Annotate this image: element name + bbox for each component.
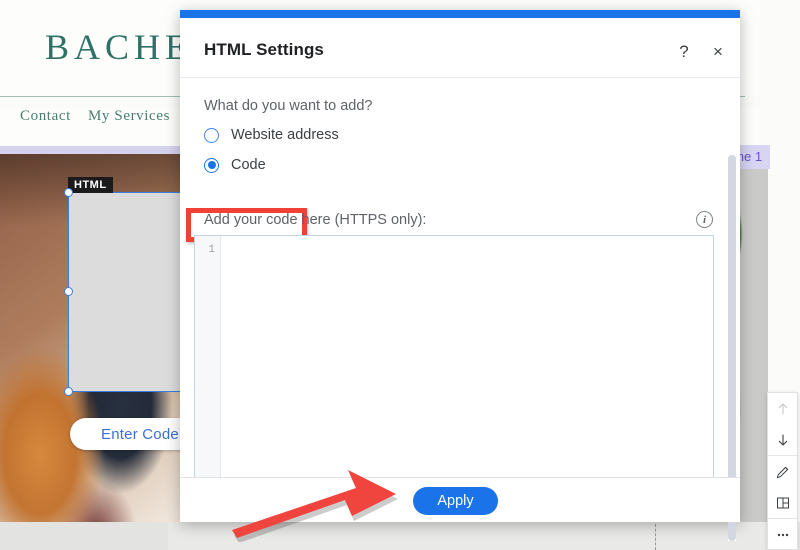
radio-label-code: Code [231, 157, 266, 173]
add-type-question: What do you want to add? [204, 98, 373, 114]
dialog-accent-bar [180, 10, 740, 18]
layout-button[interactable] [768, 487, 797, 518]
radio-label-website-address: Website address [231, 127, 339, 143]
resize-handle-top-left[interactable] [64, 188, 73, 197]
dialog-title: HTML Settings [204, 40, 324, 59]
help-button[interactable]: ? [672, 39, 696, 63]
html-widget-badge: HTML [68, 177, 113, 193]
edit-button[interactable] [768, 456, 797, 487]
move-down-button[interactable] [768, 424, 797, 455]
screen-root: BACHE : Contact My Services ome 1 HTML E… [0, 0, 800, 550]
code-editor[interactable]: 1 [194, 235, 714, 479]
html-widget-selected[interactable] [68, 192, 193, 392]
alignment-guide [655, 524, 656, 550]
radio-option-website-address[interactable]: Website address [204, 127, 339, 143]
info-icon[interactable]: i [696, 211, 713, 228]
code-field-label: Add your code here (HTTPS only): [204, 212, 427, 228]
pencil-icon [776, 466, 788, 478]
resize-handle-middle-left[interactable] [64, 287, 73, 296]
more-options-button[interactable] [768, 519, 797, 550]
radio-icon-website-address[interactable] [204, 127, 219, 143]
element-toolbar [767, 392, 798, 550]
radio-option-code[interactable]: Code [204, 157, 266, 173]
radio-icon-code[interactable] [204, 157, 219, 173]
more-horizontal-icon [777, 533, 788, 536]
move-up-button[interactable] [768, 393, 797, 424]
dialog-body: What do you want to add? Website address… [180, 79, 740, 541]
apply-button[interactable]: Apply [413, 487, 498, 515]
nav-item-my-services[interactable]: My Services [88, 108, 170, 125]
dialog-footer: Apply [180, 477, 740, 522]
editor-base-strip-left [0, 522, 168, 550]
site-logo: BACHE [45, 27, 193, 67]
dialog-titlebar: HTML Settings ? × [180, 18, 740, 78]
nav-item-contact[interactable]: Contact [20, 108, 71, 125]
arrow-down-icon [778, 433, 787, 446]
close-button[interactable]: × [706, 39, 730, 63]
html-settings-dialog: HTML Settings ? × What do you want to ad… [180, 10, 740, 541]
code-gutter: 1 [195, 236, 221, 478]
layout-icon [776, 497, 789, 508]
resize-handle-bottom-left[interactable] [64, 387, 73, 396]
arrow-up-icon [778, 402, 787, 415]
code-input[interactable] [221, 236, 713, 478]
radio-dot-code [207, 161, 216, 169]
